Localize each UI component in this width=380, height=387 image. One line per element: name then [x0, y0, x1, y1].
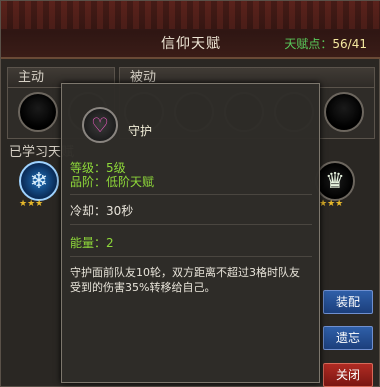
active-slot[interactable]	[18, 92, 58, 132]
star-rating: ★★★	[319, 199, 344, 209]
close-button[interactable]: 关闭	[323, 363, 373, 387]
title-bar: 信仰天赋 天赋点：56/41	[1, 1, 380, 59]
divider	[70, 194, 312, 195]
forget-button[interactable]: 遗忘	[323, 326, 373, 350]
divider	[70, 256, 312, 257]
skill-description-line-2: 受到的伤害35%转移给自己。	[70, 281, 216, 294]
skill-grade: 品阶：低阶天赋	[70, 175, 155, 189]
talent-points: 天赋点：56/41	[284, 35, 367, 52]
heart-ring-icon: ♡	[82, 107, 118, 143]
passive-slot[interactable]	[324, 92, 364, 132]
star-rating: ★★★	[19, 199, 44, 209]
skill-cooldown: 冷却：30秒	[70, 204, 134, 218]
talent-points-value: 56/41	[332, 37, 367, 51]
skill-description-line-1: 守护面前队友10轮，双方距离不超过3格时队友	[70, 266, 300, 279]
snowflake-icon[interactable]: ❄	[19, 161, 59, 201]
skill-name: 守护	[128, 124, 153, 138]
crown-icon[interactable]: ♛	[315, 161, 355, 201]
equip-button[interactable]: 装配	[323, 290, 373, 314]
divider	[70, 224, 312, 225]
title-decoration	[1, 1, 380, 29]
skill-energy: 能量：2	[70, 236, 114, 250]
talent-points-label: 天赋点：	[284, 37, 333, 51]
skill-tooltip: ♡ 守护 等级：5级 品阶：低阶天赋 冷却：30秒 能量：2 守护面前队友10轮…	[61, 83, 320, 383]
talent-window: 信仰天赋 天赋点：56/41 主动 被动 已学习天赋 ❄ ★★★ ♛ ★★★ 装…	[0, 0, 380, 387]
